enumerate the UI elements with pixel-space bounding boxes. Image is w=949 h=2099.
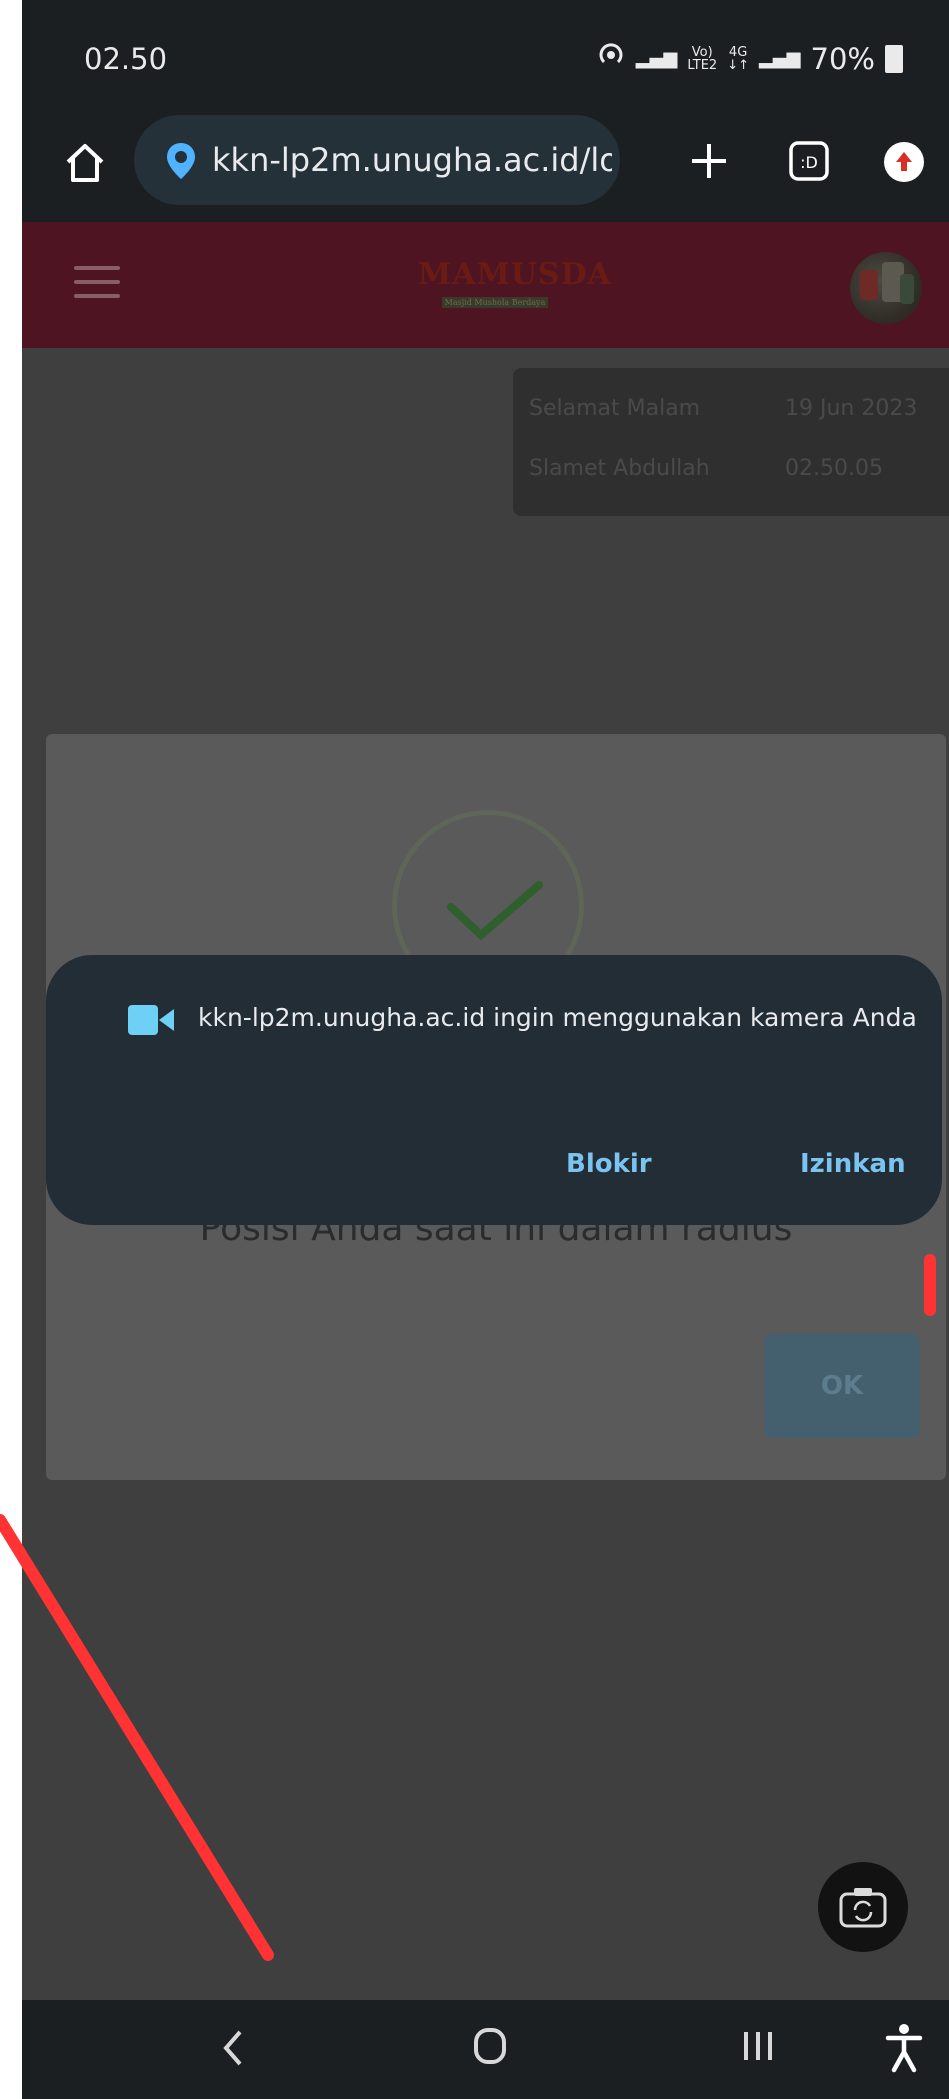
video-camera-icon (128, 1003, 174, 1041)
greeting-clock: 02.50.05 (785, 456, 883, 481)
home-nav-icon[interactable] (474, 2028, 506, 2064)
location-pin-icon[interactable] (164, 141, 198, 185)
greeting-date: 19 Jun 2023 (785, 396, 918, 421)
allow-button[interactable]: Izinkan (800, 1149, 906, 1179)
greeting-name: Slamet Abdullah (529, 456, 710, 481)
signal-icon: ▂▄▆ (635, 48, 678, 69)
update-icon[interactable] (882, 140, 926, 184)
tabs-icon[interactable]: :D (784, 136, 834, 186)
signal-icon-2: ▂▄▆ (759, 48, 801, 69)
volte-label: Vo) LTE2 (687, 44, 718, 73)
logo-title: MAMUSDA (418, 257, 612, 292)
block-button[interactable]: Blokir (566, 1149, 652, 1179)
battery-level: 70% (810, 41, 875, 76)
battery-icon (885, 44, 903, 73)
status-indicators: ▂▄▆ Vo) LTE2 4G ↓↑ ▂▄▆ 70% (596, 40, 903, 77)
avatar[interactable] (850, 252, 922, 324)
ok-button[interactable]: OK (764, 1334, 920, 1438)
permission-message: kkn-lp2m.unugha.ac.id ingin menggunakan … (198, 1003, 917, 1032)
logo-subtitle: Masjid Mushola Berdaya (441, 297, 549, 308)
recents-icon[interactable] (744, 2032, 772, 2060)
new-tab-icon[interactable] (684, 136, 734, 186)
status-bar: 02.50 ▂▄▆ Vo) LTE2 4G ↓↑ ▂▄▆ 70% (22, 0, 949, 112)
status-time: 02.50 (84, 42, 168, 76)
camera-permission-popup: kkn-lp2m.unugha.ac.id ingin menggunakan … (46, 955, 942, 1225)
svg-text::D: :D (800, 153, 818, 172)
url-text[interactable]: kkn-lp2m.unugha.ac.id/logbo (212, 141, 612, 179)
menu-icon[interactable] (74, 266, 120, 298)
address-bar[interactable]: kkn-lp2m.unugha.ac.id/logbo (134, 115, 620, 205)
data-type-label: 4G ↓↑ (727, 44, 749, 73)
browser-toolbar: kkn-lp2m.unugha.ac.id/logbo :D (22, 112, 949, 222)
greeting-card: Selamat Malam 19 Jun 2023 Slamet Abdulla… (513, 368, 949, 516)
back-icon[interactable] (218, 2026, 248, 2074)
hotspot-icon (596, 40, 626, 77)
home-icon[interactable] (60, 138, 110, 188)
accessibility-icon[interactable] (884, 2022, 924, 2078)
greeting-salutation: Selamat Malam (529, 396, 701, 421)
phone-screen: 02.50 ▂▄▆ Vo) LTE2 4G ↓↑ ▂▄▆ 70% kkn-lp2m.… (22, 0, 949, 2099)
switch-camera-icon (839, 1888, 887, 1928)
navigation-bar (22, 2000, 949, 2099)
switch-camera-button[interactable] (818, 1862, 908, 1952)
site-header: MAMUSDA Masjid Mushola Berdaya (22, 222, 949, 348)
site-logo[interactable]: MAMUSDA Masjid Mushola Berdaya (418, 257, 612, 312)
